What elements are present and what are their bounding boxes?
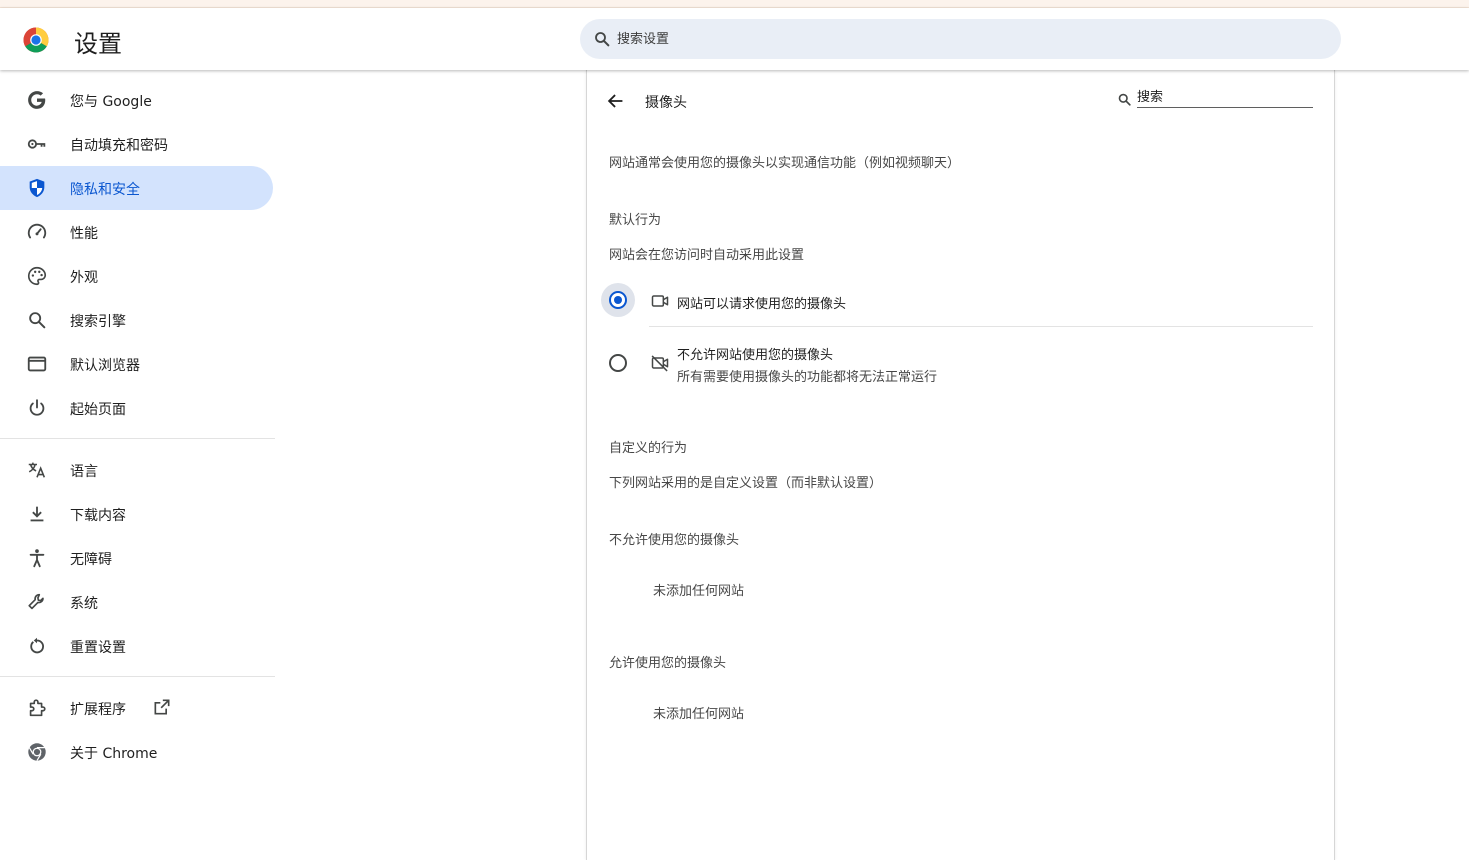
sidebar-item-appearance[interactable]: 外观 <box>0 254 273 298</box>
search-icon <box>1118 93 1131 106</box>
videocam-icon <box>651 295 669 307</box>
default-behavior-subtitle: 网站会在您访问时自动采用此设置 <box>609 248 805 263</box>
sidebar-item-label: 扩展程序 <box>70 702 126 718</box>
google-icon <box>28 91 46 109</box>
sidebar-item-search-engine[interactable]: 搜索引擎 <box>0 298 273 342</box>
sidebar-item-label: 无障碍 <box>70 552 112 568</box>
sidebar-item-label: 隐私和安全 <box>70 182 140 198</box>
sidebar-item-label: 自动填充和密码 <box>70 138 168 154</box>
sidebar-item-default-browser[interactable]: 默认浏览器 <box>0 342 273 386</box>
power-icon <box>29 399 45 416</box>
top-strip <box>0 0 1469 8</box>
option-block-sublabel: 所有需要使用摄像头的功能都将无法正常运行 <box>677 370 938 385</box>
search-icon <box>29 312 46 329</box>
search-input[interactable] <box>617 19 1317 59</box>
sidebar-item-reset[interactable]: 重置设置 <box>0 624 273 668</box>
camera-description: 网站通常会使用您的摄像头以实现通信功能（例如视频聊天） <box>609 156 961 171</box>
sidebar-item-system[interactable]: 系统 <box>0 580 273 624</box>
custom-behavior-subtitle: 下列网站采用的是自定义设置（而非默认设置） <box>609 476 883 491</box>
back-arrow-icon[interactable] <box>605 90 627 112</box>
sidebar-item-label: 起始页面 <box>70 402 126 418</box>
reset-icon <box>30 637 45 654</box>
download-icon <box>30 506 44 522</box>
search-box[interactable] <box>580 19 1341 59</box>
option-divider <box>649 326 1313 327</box>
wrench-icon <box>28 593 44 610</box>
sidebar-item-label: 性能 <box>70 226 98 242</box>
chrome-icon <box>28 743 46 762</box>
sidebar-item-label: 您与 Google <box>70 94 152 110</box>
extension-icon <box>29 699 46 717</box>
sidebar-divider <box>0 438 275 439</box>
sidebar-item-label: 关于 Chrome <box>70 746 158 762</box>
sidebar-item-on-startup[interactable]: 起始页面 <box>0 386 273 430</box>
shield-icon <box>29 178 45 198</box>
subpage-title: 摄像头 <box>645 95 687 111</box>
sidebar-item-extensions[interactable]: 扩展程序 <box>0 686 273 730</box>
sidebar-item-privacy[interactable]: 隐私和安全 <box>0 166 273 210</box>
blocked-list-heading: 不允许使用您的摄像头 <box>609 533 740 548</box>
header: 设置 <box>0 8 1469 70</box>
sidebar-item-you-and-google[interactable]: 您与 Google <box>0 78 273 122</box>
sidebar-item-label: 语言 <box>70 464 98 480</box>
subpage-search-input[interactable] <box>1137 88 1313 108</box>
option-block-label[interactable]: 不允许网站使用您的摄像头 <box>677 344 833 363</box>
sidebar-item-label: 系统 <box>70 596 98 612</box>
key-icon <box>27 139 46 149</box>
sidebar-item-accessibility[interactable]: 无障碍 <box>0 536 273 580</box>
blocked-list-empty: 未添加任何网站 <box>653 584 745 599</box>
sidebar-item-label: 默认浏览器 <box>70 358 140 374</box>
allowed-list-empty: 未添加任何网站 <box>653 707 745 722</box>
sidebar-divider <box>0 676 275 677</box>
camera-settings-card: 摄像头 网站通常会使用您的摄像头以实现通信功能（例如视频聊天） 默认行为 网站会… <box>586 70 1335 860</box>
sidebar-item-autofill[interactable]: 自动填充和密码 <box>0 122 273 166</box>
page-title: 设置 <box>74 30 122 58</box>
speedometer-icon <box>27 223 47 239</box>
sidebar-item-label: 重置设置 <box>70 640 126 656</box>
palette-icon <box>27 266 47 286</box>
translate-icon <box>28 462 46 478</box>
sidebar-item-about-chrome[interactable]: 关于 Chrome <box>0 730 273 774</box>
search-icon <box>595 32 610 47</box>
radio-allow-camera[interactable] <box>609 291 627 309</box>
accessibility-icon <box>29 549 45 568</box>
sidebar-item-downloads[interactable]: 下载内容 <box>0 492 273 536</box>
open-in-new-icon <box>154 699 170 715</box>
browser-window-icon <box>27 356 47 372</box>
sidebar-item-performance[interactable]: 性能 <box>0 210 273 254</box>
sidebar-item-languages[interactable]: 语言 <box>0 448 273 492</box>
custom-behavior-heading: 自定义的行为 <box>609 441 688 456</box>
sidebar-item-label: 下载内容 <box>70 508 126 524</box>
option-allow-label[interactable]: 网站可以请求使用您的摄像头 <box>677 293 846 312</box>
videocam-off-icon <box>651 355 669 372</box>
radio-block-camera[interactable] <box>609 354 627 372</box>
default-behavior-heading: 默认行为 <box>609 213 662 228</box>
allowed-list-heading: 允许使用您的摄像头 <box>609 656 727 671</box>
chrome-logo-icon <box>23 27 49 53</box>
sidebar-nav: 您与 Google 自动填充和密码 隐私和安全 性能 外观 搜索引擎 默认浏览器… <box>0 78 275 774</box>
sidebar-item-label: 搜索引擎 <box>70 314 126 330</box>
sidebar-item-label: 外观 <box>70 270 98 286</box>
